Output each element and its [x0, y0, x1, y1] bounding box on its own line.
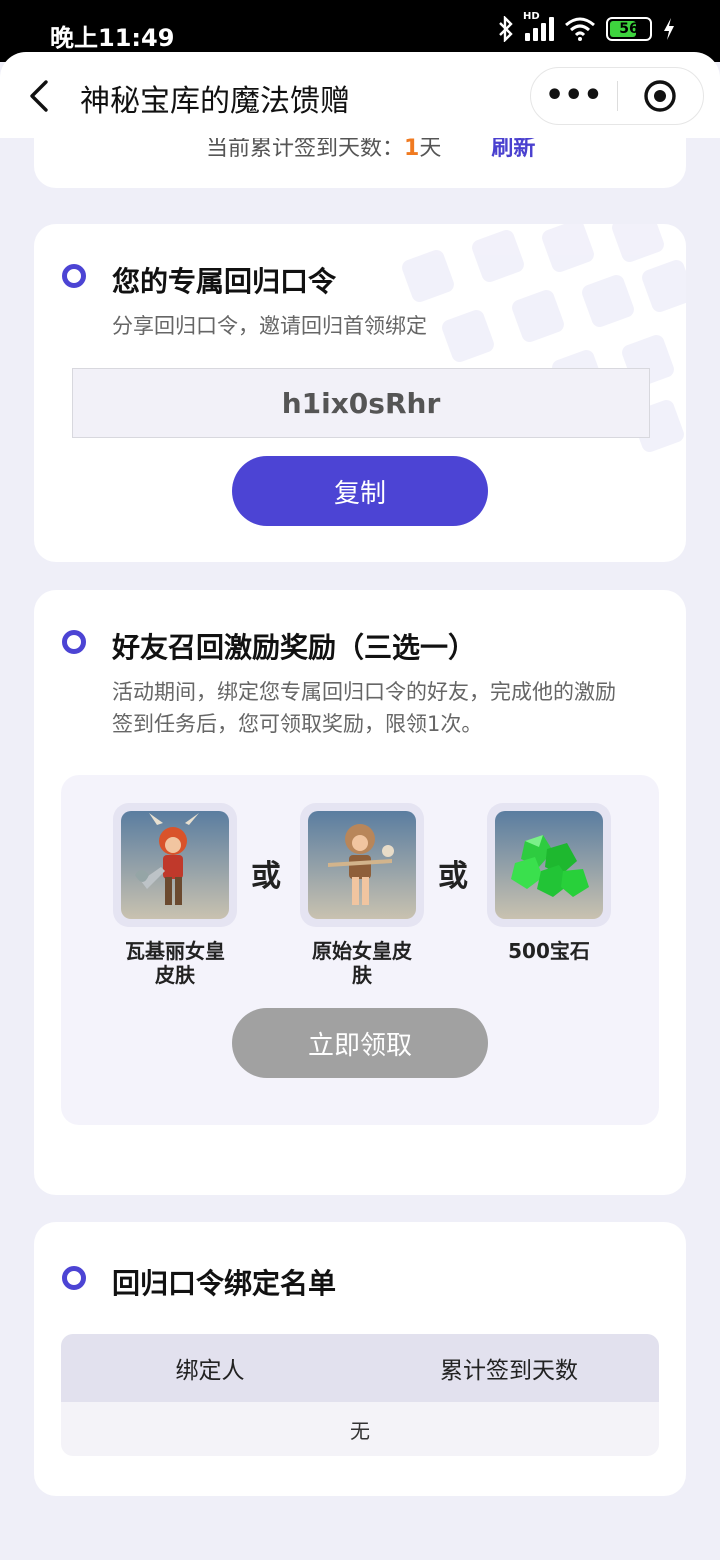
checkin-days: 1 [404, 136, 420, 161]
return-code-card: 您的专属回归口令 分享回归口令，邀请回归首领绑定 h1ix0sRhr 复制 [34, 224, 686, 562]
checkin-unit: 天 [419, 136, 442, 161]
column-header-binder: 绑定人 [175, 1358, 245, 1384]
reward-option-valkyrie[interactable]: 瓦基丽女皇 皮肤 [113, 803, 237, 987]
reward-label-3: 500宝石 [479, 939, 619, 963]
or-separator-2: 或 [438, 859, 468, 894]
nav-bar: 神秘宝库的魔法馈赠 ••• [0, 52, 720, 138]
close-target-icon[interactable] [618, 79, 704, 113]
reward-card-title: 好友召回激励奖励（三选一） [112, 631, 477, 664]
bluetooth-icon [499, 16, 513, 42]
checkin-prefix: 当前累计签到天数： [206, 136, 405, 161]
status-icons: HD 56 [497, 11, 676, 42]
charging-icon [664, 18, 674, 40]
code-card-desc: 分享回归口令，邀请回归首领绑定 [112, 314, 427, 338]
reward-card: 好友召回激励奖励（三选一） 活动期间，绑定您专属回归口令的好友，完成他的激励 签… [34, 590, 686, 1195]
refresh-link[interactable]: 刷新 [491, 136, 535, 161]
binding-list-card: 回归口令绑定名单 绑定人 累计签到天数 无 [34, 1222, 686, 1496]
reward-label-1-line2: 皮肤 [155, 963, 195, 987]
reward-card-desc-line1: 活动期间，绑定您专属回归口令的好友，完成他的激励 [112, 680, 616, 704]
reward-frame [487, 803, 611, 927]
table-header: 绑定人 累计签到天数 [61, 1334, 659, 1402]
back-icon[interactable] [24, 76, 58, 116]
page-title: 神秘宝库的魔法馈赠 [80, 84, 350, 119]
primal-queen-skin-icon [308, 811, 416, 919]
mini-program-capsule: ••• [530, 67, 704, 125]
reward-frame [113, 803, 237, 927]
reward-label-3-line1: 500宝石 [508, 939, 590, 963]
reward-options-panel: 瓦基丽女皇 皮肤 或 原始女皇皮 肤 或 500宝石 立即领取 [61, 775, 659, 1125]
list-card-title: 回归口令绑定名单 [112, 1267, 337, 1300]
gems-icon [495, 811, 603, 919]
binding-table: 绑定人 累计签到天数 无 [61, 1334, 659, 1456]
copy-button[interactable]: 复制 [232, 456, 488, 526]
or-separator-1: 或 [251, 859, 281, 894]
reward-label-2-line1: 原始女皇皮 [312, 939, 412, 963]
section-bullet-icon [62, 630, 86, 654]
reward-label-2: 原始女皇皮 肤 [292, 939, 432, 987]
hd-signal-icon: HD [523, 11, 554, 41]
code-card-title: 您的专属回归口令 [112, 265, 337, 298]
reward-label-1-line1: 瓦基丽女皇 [125, 939, 225, 963]
reward-option-gems[interactable]: 500宝石 [487, 803, 611, 963]
reward-option-primal[interactable]: 原始女皇皮 肤 [300, 803, 424, 987]
valkyrie-queen-skin-icon [121, 811, 229, 919]
claim-button[interactable]: 立即领取 [232, 1008, 488, 1078]
wifi-icon [565, 17, 595, 41]
section-bullet-icon [62, 1266, 86, 1290]
status-time: 晚上11:49 [50, 24, 175, 52]
reward-label-2-line2: 肤 [352, 963, 372, 987]
table-row-empty: 无 [61, 1402, 659, 1456]
more-icon[interactable]: ••• [531, 67, 617, 125]
battery-icon: 56 [606, 17, 652, 41]
battery-level: 56 [619, 21, 639, 37]
reward-card-desc-line2: 签到任务后，您可领取奖励，限领1次。 [112, 712, 483, 736]
reward-frame [300, 803, 424, 927]
column-header-days: 累计签到天数 [440, 1358, 578, 1384]
section-bullet-icon [62, 264, 86, 288]
return-code-value: h1ix0sRhr [72, 368, 650, 438]
reward-label-1: 瓦基丽女皇 皮肤 [105, 939, 245, 987]
